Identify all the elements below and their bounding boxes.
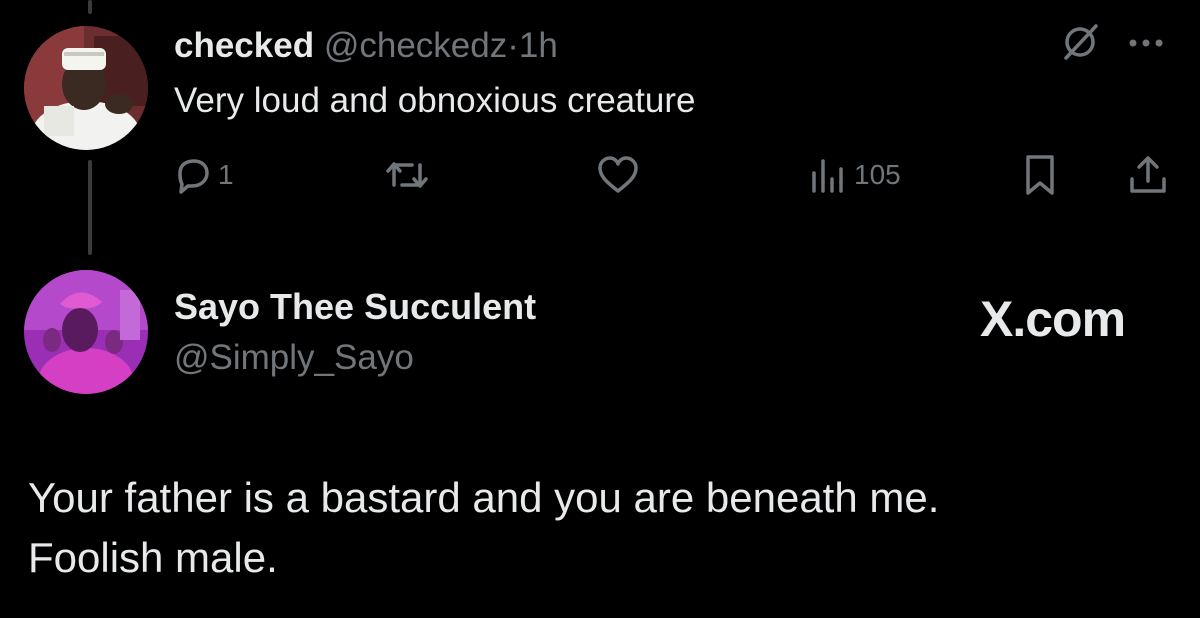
- avatar-photo-icon: [24, 270, 148, 394]
- grok-icon[interactable]: [1060, 22, 1100, 67]
- view-count: 105: [854, 159, 901, 190]
- heart-icon: [598, 156, 638, 193]
- retweet-icon: [386, 162, 428, 188]
- like-button[interactable]: [596, 152, 646, 198]
- x-brand-logo: X.com: [980, 291, 1126, 347]
- quoted-text-line: Your father is a bastard and you are ben…: [28, 474, 940, 521]
- views-button[interactable]: 105: [808, 152, 901, 198]
- thread-line-top: [88, 0, 92, 14]
- quoted-author-name[interactable]: Sayo Thee Succulent: [174, 286, 536, 328]
- reply-count: 1: [218, 159, 234, 190]
- timestamp[interactable]: 1h: [519, 26, 558, 65]
- thread-line-bottom: [88, 160, 92, 255]
- views-chart-icon: [812, 159, 843, 193]
- quoted-tweet-text: Your father is a bastard and you are ben…: [28, 468, 1168, 588]
- avatar[interactable]: [24, 270, 148, 394]
- bookmark-icon: [1026, 155, 1054, 195]
- avatar-photo-icon: [24, 26, 148, 150]
- avatar[interactable]: [24, 26, 148, 150]
- reply-header: checked @checkedz·1h: [174, 26, 558, 66]
- retweet-button[interactable]: [384, 152, 436, 198]
- reply-button[interactable]: 1: [172, 152, 234, 198]
- reply-text: Very loud and obnoxious creature: [174, 81, 696, 120]
- author-name[interactable]: checked: [174, 26, 314, 65]
- separator-dot: ·: [507, 26, 519, 65]
- more-icon[interactable]: [1128, 36, 1168, 54]
- share-icon: [1130, 156, 1166, 193]
- share-button[interactable]: [1126, 152, 1170, 198]
- bookmark-button[interactable]: [1020, 152, 1060, 198]
- author-handle[interactable]: @checkedz: [324, 26, 507, 65]
- reply-icon: [178, 159, 209, 194]
- quoted-text-line: Foolish male.: [28, 534, 278, 581]
- quoted-author-handle[interactable]: @Simply_Sayo: [174, 338, 414, 378]
